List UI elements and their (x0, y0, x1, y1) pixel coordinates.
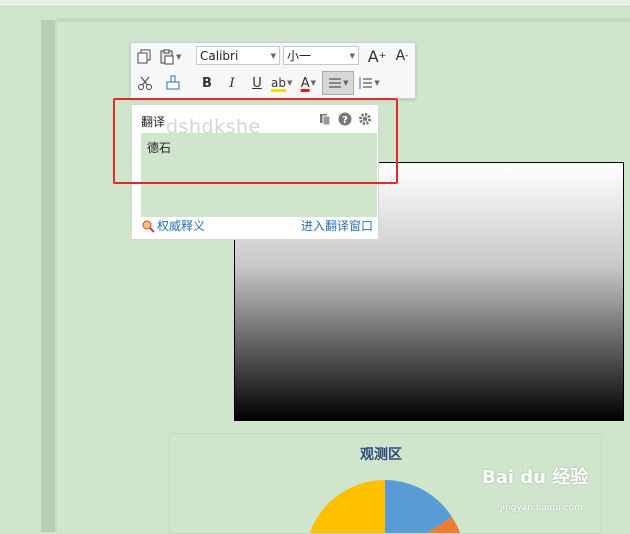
highlight-button[interactable]: ab ▼ (271, 72, 292, 94)
align-button[interactable]: ▼ (322, 71, 355, 95)
font-color-label: A (300, 75, 310, 91)
copy-icon (137, 49, 151, 64)
baidu-jingyan-url: jingyan.baidu.com (500, 503, 584, 513)
plus-icon: + (378, 51, 387, 61)
chevron-down-icon: ▼ (374, 79, 380, 87)
font-size-value: 小一 (287, 49, 312, 63)
format-painter-icon (166, 75, 180, 90)
chevron-down-icon: ▼ (286, 79, 293, 87)
mini-format-toolbar: ▼ Calibri ▼ 小一 ▼ A + A- B I U ab ▼ A ▼ ▼… (130, 42, 416, 99)
pie-slice-yellow (309, 480, 385, 533)
highlight-label: ab (271, 76, 286, 90)
format-painter-button[interactable] (163, 72, 183, 94)
baidu-jingyan-logo: Bai du 经验 (482, 467, 589, 488)
line-spacing-button[interactable]: ▼ (357, 72, 380, 94)
toolbar-row-1: ▼ (135, 45, 181, 69)
shrink-font-button[interactable]: A- (392, 45, 412, 67)
font-name-value: Calibri (200, 49, 239, 63)
font-color-button[interactable]: A ▼ (298, 72, 318, 94)
underline-button[interactable]: U (247, 72, 267, 94)
copy-button[interactable] (135, 46, 155, 68)
open-translate-window-link[interactable]: 进入翻译窗口 (301, 217, 373, 234)
font-size-select[interactable]: 小一 ▼ (283, 46, 359, 65)
chevron-down-icon: ▼ (343, 79, 349, 87)
authority-definition-label: 权威释义 (157, 219, 206, 233)
chevron-down-icon: ▼ (349, 52, 355, 60)
page-left-shadow (41, 20, 55, 532)
toolbar-row-2: B I U ab ▼ A ▼ ▼ ▼ (135, 71, 380, 95)
paste-button[interactable]: ▼ (159, 46, 181, 68)
paste-icon (160, 49, 174, 65)
align-center-icon (329, 78, 342, 88)
shrink-font-label: A (395, 48, 406, 64)
top-strip (0, 0, 630, 7)
chevron-down-icon: ▼ (310, 79, 317, 87)
minus-icon: - (405, 51, 409, 61)
italic-button[interactable]: I (222, 72, 242, 94)
cut-button[interactable] (135, 72, 155, 94)
chart-title: 观测区 (360, 447, 402, 463)
red-highlight-box (113, 98, 398, 184)
bold-button[interactable]: B (197, 72, 217, 94)
font-name-select[interactable]: Calibri ▼ (196, 46, 280, 65)
scissors-icon (138, 76, 152, 90)
line-spacing-icon (359, 77, 373, 89)
pie-chart (309, 480, 460, 533)
chevron-down-icon: ▼ (176, 53, 182, 61)
authority-definition-link[interactable]: 权威释义 (141, 217, 205, 234)
chevron-down-icon: ▼ (270, 52, 276, 60)
search-person-icon (142, 220, 155, 233)
grow-font-label: A (367, 46, 379, 66)
grow-font-button[interactable]: A + (367, 45, 387, 67)
